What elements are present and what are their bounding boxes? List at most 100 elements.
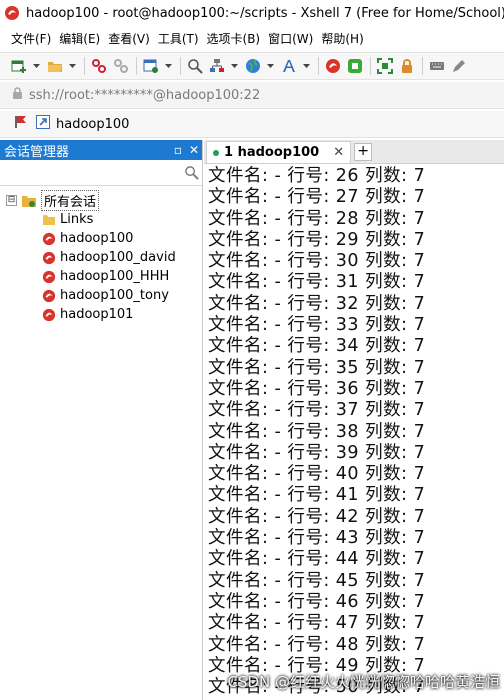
pin-icon[interactable]: ▫: [170, 143, 186, 157]
session-search-input[interactable]: [0, 162, 178, 184]
tree-root-label: 所有会话: [41, 190, 100, 211]
folder-icon: [21, 194, 37, 208]
terminal-line: 文件名: - 行号: 31 列数: 7: [208, 272, 426, 293]
session-bar: hadoop100: [0, 111, 504, 138]
connected-status-icon: [213, 149, 219, 156]
open-folder-icon[interactable]: [46, 57, 64, 75]
menu-tabs[interactable]: 选项卡(B): [204, 30, 264, 47]
terminal-line: 文件名: - 行号: 35 列数: 7: [208, 357, 426, 378]
terminal-line: 文件名: - 行号: 26 列数: 7: [208, 166, 426, 186]
find-icon[interactable]: [186, 57, 204, 75]
session-bar-label[interactable]: hadoop100: [56, 117, 129, 132]
tree-item-session[interactable]: hadoop100_HHH: [0, 267, 202, 286]
terminal-line: 文件名: - 行号: 28 列数: 7: [208, 208, 426, 229]
disconnect-icon[interactable]: [90, 57, 108, 75]
terminal-line: 文件名: - 行号: 37 列数: 7: [208, 400, 426, 421]
tree-item-links[interactable]: Links: [0, 210, 202, 229]
panel-title: 会话管理器: [4, 144, 70, 160]
tree-item-label: hadoop100: [60, 231, 134, 246]
toolbar-divider: [318, 57, 319, 75]
network-icon[interactable]: [208, 57, 226, 75]
menu-bar: 文件(F) 编辑(E) 查看(V) 工具(T) 选项卡(B) 窗口(W) 帮助(…: [0, 26, 504, 50]
tree-item-session[interactable]: hadoop101: [0, 305, 202, 324]
tree-root-all-sessions[interactable]: ⊟ 所有会话: [0, 190, 202, 211]
terminal-line: 文件名: - 行号: 33 列数: 7: [208, 315, 426, 336]
chevron-down-icon[interactable]: [266, 57, 274, 75]
globe-icon[interactable]: [244, 57, 262, 75]
terminal-line: 文件名: - 行号: 46 列数: 7: [208, 591, 426, 612]
toolbar-divider: [370, 57, 371, 75]
terminal-line: 文件名: - 行号: 42 列数: 7: [208, 506, 426, 527]
toolbar-divider: [180, 57, 181, 75]
tab-label: 1 hadoop100: [224, 145, 320, 160]
chevron-down-icon[interactable]: [32, 57, 40, 75]
tab-hadoop100[interactable]: 1 hadoop100 ✕: [206, 141, 352, 163]
tab-strip: 1 hadoop100 ✕ +: [204, 140, 504, 164]
tree-item-label: Links: [60, 212, 94, 227]
lock-icon[interactable]: [398, 57, 416, 75]
terminal-line: 文件名: - 行号: 44 列数: 7: [208, 549, 426, 570]
title-bar: hadoop100 - root@hadoop100:~/scripts - X…: [0, 0, 504, 26]
xshell-logo-icon: [4, 5, 20, 21]
add-tab-button[interactable]: +: [354, 143, 373, 161]
keyboard-icon[interactable]: [428, 57, 446, 75]
terminal-line: 文件名: - 行号: 43 列数: 7: [208, 528, 426, 549]
tree-item-session[interactable]: hadoop100_tony: [0, 286, 202, 305]
search-icon[interactable]: [184, 165, 199, 184]
menu-edit[interactable]: 编辑(E): [56, 30, 103, 47]
menu-file[interactable]: 文件(F): [8, 30, 54, 47]
xshell-session-icon: [42, 308, 56, 322]
terminal-line: 文件名: - 行号: 36 列数: 7: [208, 378, 426, 399]
menu-view[interactable]: 查看(V): [105, 30, 153, 47]
toolbar-divider: [84, 57, 85, 75]
terminal-line: 文件名: - 行号: 27 列数: 7: [208, 187, 426, 208]
chevron-down-icon[interactable]: [230, 57, 238, 75]
terminal-line: 文件名: - 行号: 48 列数: 7: [208, 634, 426, 655]
reconnect-icon[interactable]: [112, 57, 130, 75]
toolbar: [0, 52, 504, 80]
tree-item-session[interactable]: hadoop100: [0, 229, 202, 248]
close-icon[interactable]: ✕: [333, 145, 344, 160]
terminal-line: 文件名: - 行号: 39 列数: 7: [208, 442, 426, 463]
xshell-session-icon: [42, 251, 56, 265]
compose-icon[interactable]: [450, 57, 468, 75]
chevron-down-icon[interactable]: [68, 57, 76, 75]
font-icon[interactable]: [280, 57, 298, 75]
xshell-session-icon: [42, 289, 56, 303]
terminal-line: 文件名: - 行号: 47 列数: 7: [208, 613, 426, 634]
terminal-line: 文件名: - 行号: 41 列数: 7: [208, 485, 426, 506]
tree-item-label: hadoop100_david: [60, 250, 176, 265]
lock-icon: [12, 86, 23, 104]
open-link-icon[interactable]: [36, 115, 50, 133]
menu-tools[interactable]: 工具(T): [155, 30, 202, 47]
collapse-toggle-icon[interactable]: ⊟: [6, 195, 17, 206]
terminal-area: 1 hadoop100 ✕ + 文件名: - 行号: 26 列数: 7 文件名: …: [204, 140, 504, 700]
terminal-line: 文件名: - 行号: 38 列数: 7: [208, 421, 426, 442]
tree-item-label: hadoop100_tony: [60, 288, 169, 303]
terminal-output[interactable]: 文件名: - 行号: 26 列数: 7 文件名: - 行号: 27 列数: 7 文件…: [204, 164, 504, 698]
xftp-icon[interactable]: [346, 57, 364, 75]
fullscreen-icon[interactable]: [376, 57, 394, 75]
address-bar[interactable]: ssh://root:*********@hadoop100:22: [0, 82, 504, 109]
toolbar-divider: [422, 57, 423, 75]
session-search: [0, 162, 202, 186]
session-tree: ⊟ 所有会话 Links hadoop100 hadoop100_david h…: [0, 186, 202, 324]
bookmark-flag-icon[interactable]: [14, 115, 28, 133]
close-icon[interactable]: ✕: [186, 143, 202, 157]
terminal-line: 文件名: - 行号: 45 列数: 7: [208, 570, 426, 591]
address-text[interactable]: ssh://root:*********@hadoop100:22: [29, 88, 260, 103]
xshell-icon[interactable]: [324, 57, 342, 75]
terminal-line: 文件名: - 行号: 34 列数: 7: [208, 336, 426, 357]
tree-item-session[interactable]: hadoop100_david: [0, 248, 202, 267]
menu-help[interactable]: 帮助(H): [318, 30, 366, 47]
menu-window[interactable]: 窗口(W): [265, 30, 316, 47]
chevron-down-icon[interactable]: [302, 57, 310, 75]
chevron-down-icon[interactable]: [164, 57, 172, 75]
terminal-line: 文件名: - 行号: 30 列数: 7: [208, 251, 426, 272]
folder-icon: [42, 213, 56, 227]
terminal-line: 文件名: - 行号: 32 列数: 7: [208, 293, 426, 314]
terminal-line: 文件名: - 行号: 29 列数: 7: [208, 229, 426, 250]
properties-icon[interactable]: [142, 57, 160, 75]
new-session-icon[interactable]: [10, 57, 28, 75]
tree-item-label: hadoop100_HHH: [60, 269, 170, 284]
